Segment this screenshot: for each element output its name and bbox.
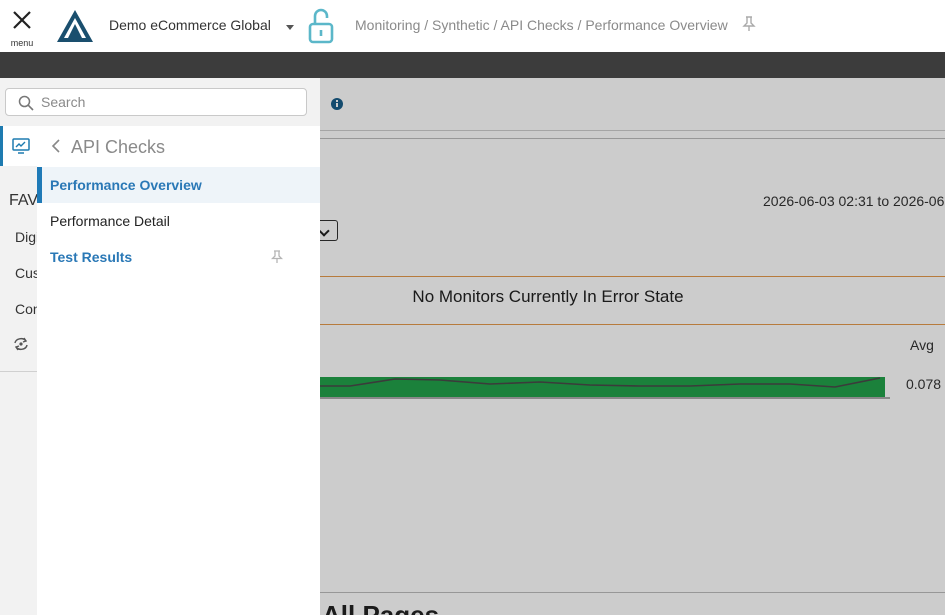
- search-icon: [18, 95, 34, 111]
- menu-button[interactable]: menu: [6, 8, 38, 48]
- modal-overlay[interactable]: [320, 78, 945, 615]
- submenu-item-label: Performance Detail: [50, 213, 170, 229]
- submenu-item-label: Performance Overview: [50, 177, 202, 193]
- main-content: 2026-06-03 02:31 to 2026-06- No Monitors…: [314, 78, 945, 615]
- top-header: menu Demo eCommerce Global Monitoring / …: [0, 0, 945, 52]
- unlock-icon[interactable]: [306, 7, 336, 45]
- submenu-item-performance-detail[interactable]: Performance Detail: [37, 203, 320, 239]
- caret-down-icon[interactable]: [284, 21, 296, 33]
- menu-label: menu: [10, 38, 34, 48]
- pin-icon[interactable]: [742, 16, 756, 32]
- submenu-panel: API Checks Performance Overview Performa…: [37, 126, 320, 615]
- rail-item-synthetic[interactable]: [0, 126, 37, 166]
- chevron-left-icon[interactable]: [51, 139, 61, 153]
- submenu-title[interactable]: API Checks: [71, 137, 165, 158]
- sync-icon[interactable]: [13, 337, 29, 351]
- nav-rail: FAV Digi Cus Con: [0, 126, 37, 615]
- submenu-item-test-results[interactable]: Test Results: [37, 239, 320, 275]
- pin-icon[interactable]: [271, 250, 283, 264]
- close-icon: [13, 11, 31, 29]
- rail-item-config[interactable]: Con: [15, 301, 37, 317]
- toolbar-bar: [0, 52, 945, 78]
- search-input[interactable]: [41, 92, 301, 112]
- monitor-icon: [12, 138, 30, 154]
- rail-divider: [0, 371, 37, 372]
- submenu-item-label: Test Results: [50, 249, 133, 265]
- submenu-item-performance-overview[interactable]: Performance Overview: [37, 167, 320, 203]
- navigation-sidebar: FAV Digi Cus Con API Checks Performance …: [0, 78, 320, 615]
- search-box[interactable]: [5, 88, 307, 116]
- favorites-label: FAV: [9, 192, 37, 209]
- company-name[interactable]: Demo eCommerce Global: [109, 17, 271, 33]
- company-logo: [57, 10, 93, 42]
- breadcrumb: Monitoring / Synthetic / API Checks / Pe…: [355, 17, 728, 33]
- rail-item-customer[interactable]: Cus: [15, 265, 37, 281]
- rail-item-digital[interactable]: Digi: [15, 229, 37, 245]
- search-bar: [0, 78, 320, 126]
